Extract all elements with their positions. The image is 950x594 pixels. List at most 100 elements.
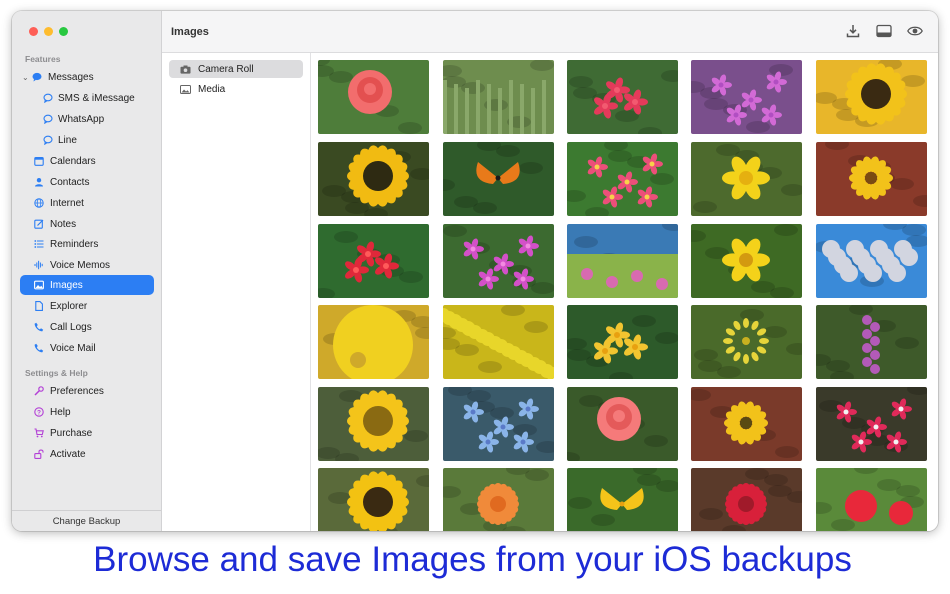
image-thumbnail[interactable] <box>691 387 802 461</box>
image-thumbnail[interactable] <box>318 142 429 216</box>
sidebar-item-voice-memos[interactable]: Voice Memos <box>20 255 154 275</box>
phone-icon <box>34 322 44 332</box>
image-thumbnail[interactable] <box>318 60 429 134</box>
source-item-media[interactable]: Media <box>169 80 303 98</box>
sidebar-item-explorer[interactable]: Explorer <box>20 296 154 316</box>
source-item-label: Media <box>198 83 226 95</box>
camera-icon <box>180 65 191 74</box>
image-thumbnail[interactable] <box>691 60 802 134</box>
message-outline-icon <box>43 135 53 145</box>
image-thumbnail[interactable] <box>691 305 802 379</box>
sidebar-item-label: Messages <box>48 71 94 83</box>
image-grid <box>311 53 938 531</box>
sidebar-item-activate[interactable]: Activate <box>20 444 154 464</box>
sidebar-item-label: Preferences <box>50 385 104 397</box>
eye-icon[interactable] <box>907 24 923 38</box>
sidebar-item-notes[interactable]: Notes <box>20 214 154 234</box>
wrench-icon <box>34 386 44 396</box>
image-thumbnail[interactable] <box>443 305 554 379</box>
sidebar: Features ⌄ Messages SMS & iMessage Whats… <box>12 11 162 531</box>
image-thumbnail[interactable] <box>443 224 554 298</box>
window-title: Images <box>171 26 209 38</box>
sidebar-item-label: Contacts <box>50 176 90 188</box>
sidebar-item-calendars[interactable]: Calendars <box>20 151 154 171</box>
image-thumbnail[interactable] <box>318 468 429 531</box>
sidebar-item-label: SMS & iMessage <box>58 92 135 104</box>
image-thumbnail[interactable] <box>691 224 802 298</box>
photo-icon <box>180 84 191 94</box>
app-window: Features ⌄ Messages SMS & iMessage Whats… <box>12 11 938 531</box>
image-thumbnail[interactable] <box>691 142 802 216</box>
sidebar-item-images[interactable]: Images <box>20 275 154 295</box>
minimize-window-button[interactable] <box>44 27 53 36</box>
person-icon <box>35 178 43 187</box>
image-thumbnail[interactable] <box>567 60 678 134</box>
sidebar-item-label: WhatsApp <box>58 113 105 125</box>
image-thumbnail[interactable] <box>816 142 927 216</box>
list-icon <box>34 240 44 248</box>
sidebar-item-line[interactable]: Line <box>20 130 154 150</box>
toolbar: Images <box>162 11 938 53</box>
image-thumbnail[interactable] <box>443 468 554 531</box>
sidebar-item-voice-mail[interactable]: Voice Mail <box>20 338 154 358</box>
sidebar-item-whatsapp[interactable]: WhatsApp <box>20 109 154 129</box>
sidebar-item-reminders[interactable]: Reminders <box>20 234 154 254</box>
phone-voicemail-icon <box>34 343 44 353</box>
image-thumbnail[interactable] <box>816 468 927 531</box>
image-thumbnail[interactable] <box>567 224 678 298</box>
sidebar-item-label: Call Logs <box>50 321 92 333</box>
sidebar-item-messages[interactable]: ⌄ Messages <box>20 67 154 87</box>
sidebar-item-help[interactable]: ? Help <box>20 402 154 422</box>
lock-open-icon <box>34 449 44 459</box>
section-header-settings: Settings & Help <box>25 368 88 378</box>
image-thumbnail[interactable] <box>567 387 678 461</box>
image-thumbnail[interactable] <box>318 305 429 379</box>
message-bubble-icon <box>32 72 42 82</box>
section-header-features: Features <box>25 54 61 64</box>
question-circle-icon: ? <box>34 407 44 417</box>
image-thumbnail[interactable] <box>567 142 678 216</box>
image-thumbnail[interactable] <box>816 224 927 298</box>
source-item-label: Camera Roll <box>198 63 254 75</box>
sidebar-item-label: Help <box>50 406 71 418</box>
source-item-camera-roll[interactable]: Camera Roll <box>169 60 303 78</box>
sidebar-item-preferences[interactable]: Preferences <box>20 381 154 401</box>
calendar-icon <box>34 156 44 166</box>
sidebar-item-label: Notes <box>50 218 77 230</box>
waveform-icon <box>34 260 43 270</box>
preview-pane-icon[interactable] <box>876 24 892 38</box>
image-thumbnail[interactable] <box>443 60 554 134</box>
sidebar-item-sms-imessage[interactable]: SMS & iMessage <box>20 88 154 108</box>
download-icon[interactable] <box>845 24 861 38</box>
sidebar-item-label: Images <box>50 279 83 291</box>
source-list: Camera Roll Media <box>162 53 311 531</box>
svg-text:?: ? <box>37 409 41 416</box>
sidebar-item-purchase[interactable]: Purchase <box>20 423 154 443</box>
image-thumbnail[interactable] <box>816 305 927 379</box>
image-thumbnail[interactable] <box>691 468 802 531</box>
close-window-button[interactable] <box>29 27 38 36</box>
sidebar-item-label: Calendars <box>50 155 96 167</box>
zoom-window-button[interactable] <box>59 27 68 36</box>
message-outline-icon <box>43 114 53 124</box>
chevron-down-icon[interactable]: ⌄ <box>22 73 29 82</box>
change-backup-button[interactable]: Change Backup <box>12 510 161 531</box>
image-thumbnail[interactable] <box>567 468 678 531</box>
sidebar-item-label: Internet <box>50 197 84 209</box>
image-thumbnail[interactable] <box>567 305 678 379</box>
cart-icon <box>34 428 44 438</box>
sidebar-item-internet[interactable]: Internet <box>20 193 154 213</box>
message-outline-icon <box>43 93 53 103</box>
image-thumbnail[interactable] <box>443 142 554 216</box>
sidebar-item-contacts[interactable]: Contacts <box>20 172 154 192</box>
sidebar-item-label: Voice Mail <box>50 342 96 354</box>
sidebar-item-call-logs[interactable]: Call Logs <box>20 317 154 337</box>
marketing-caption: Browse and save Images from your iOS bac… <box>93 540 852 579</box>
image-thumbnail[interactable] <box>318 224 429 298</box>
globe-icon <box>34 198 44 208</box>
image-thumbnail[interactable] <box>816 60 927 134</box>
image-thumbnail[interactable] <box>443 387 554 461</box>
sidebar-item-label: Activate <box>50 448 86 460</box>
image-thumbnail[interactable] <box>816 387 927 461</box>
image-thumbnail[interactable] <box>318 387 429 461</box>
